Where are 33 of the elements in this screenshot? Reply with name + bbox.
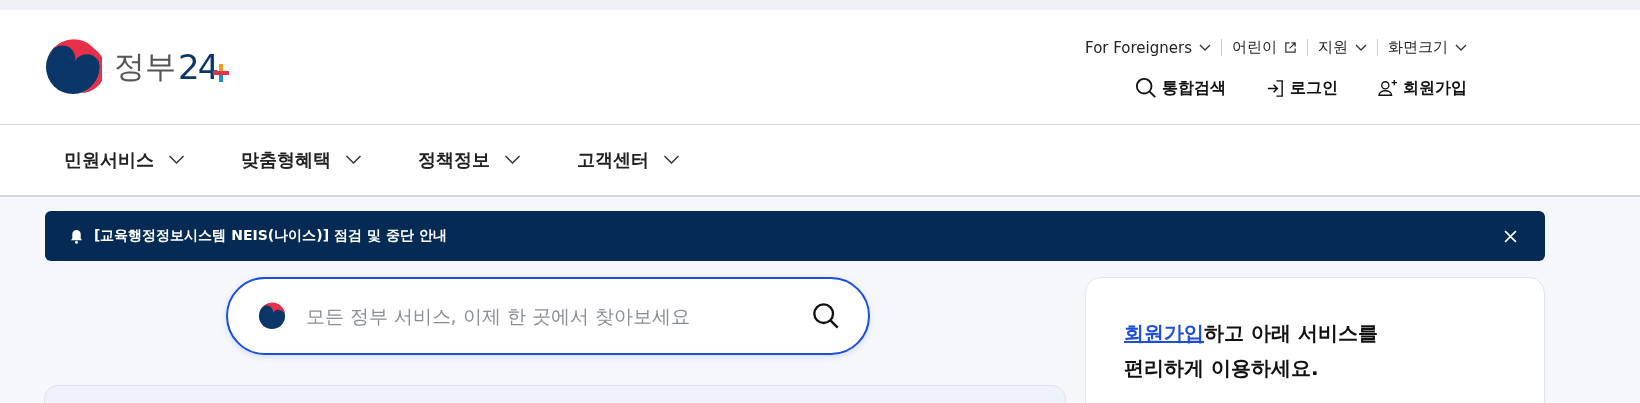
emblem-icon xyxy=(257,302,286,330)
chevron-down-icon xyxy=(1199,43,1211,52)
search-icon[interactable] xyxy=(811,302,840,330)
logo-text[interactable]: 정부 xyxy=(114,46,176,88)
search-icon xyxy=(1135,77,1157,99)
utility-link[interactable]: 어린이 xyxy=(1232,38,1297,57)
external-link-icon xyxy=(1284,41,1297,54)
chevron-down-icon xyxy=(168,155,185,165)
emblem-icon xyxy=(44,38,102,96)
add-user-icon xyxy=(1378,79,1398,97)
account-link[interactable]: 로그인 xyxy=(1266,77,1338,99)
nav-menu-item[interactable]: 고객센터 xyxy=(577,148,680,172)
nav-menu-item[interactable]: 민원서비스 xyxy=(64,148,185,172)
bell-icon xyxy=(69,228,84,244)
logo-number[interactable]: 24 xyxy=(178,47,218,87)
login-icon xyxy=(1266,78,1285,98)
chevron-down-icon xyxy=(504,155,521,165)
close-icon xyxy=(1504,229,1517,243)
chevron-down-icon xyxy=(1355,43,1367,52)
chevron-down-icon xyxy=(345,155,362,165)
notice-text[interactable]: [교육행정정보시스템 NEIS(나이스)] 점검 및 중단 안내 xyxy=(94,227,1490,245)
chevron-down-icon xyxy=(663,155,680,165)
utility-link[interactable]: 화면크기 xyxy=(1388,38,1467,57)
account-link[interactable]: 통합검색 xyxy=(1135,77,1226,99)
utility-link[interactable]: For Foreigners xyxy=(1085,38,1211,57)
utility-link[interactable]: 지원 xyxy=(1318,38,1367,57)
search-field[interactable]: 모든 정부 서비스, 이제 한 곳에서 찾아보세요 xyxy=(225,277,870,355)
signup-prompt: 회원가입하고 아래 서비스를 편리하게 이용하세요. xyxy=(1124,320,1379,382)
chevron-down-icon xyxy=(1455,43,1467,52)
signup-link[interactable]: 회원가입 xyxy=(1124,321,1204,345)
nav-menu-item[interactable]: 정책정보 xyxy=(418,148,521,172)
account-link[interactable]: 회원가입 xyxy=(1378,77,1467,99)
nav-menu-item[interactable]: 맞춤형혜택 xyxy=(241,148,362,172)
